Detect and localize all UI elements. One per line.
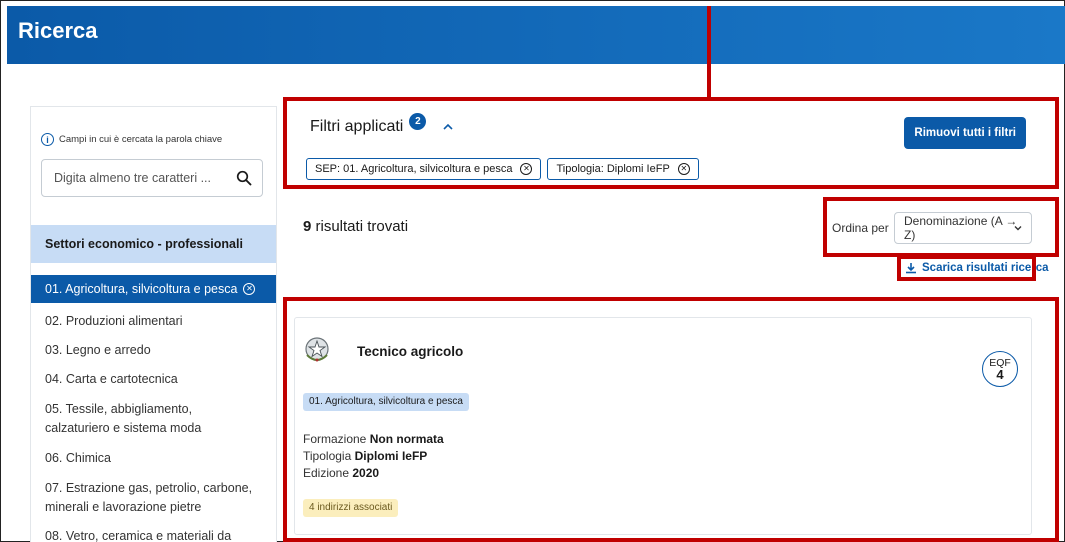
- annotation-box-filters: [283, 97, 1059, 189]
- results-count: 9 risultati trovati: [303, 218, 408, 235]
- remove-filter-icon[interactable]: ✕: [243, 283, 256, 295]
- annotation-line-top: [707, 6, 711, 100]
- sector-item-07[interactable]: 07. Estrazione gas, petrolio, carbone, m…: [31, 473, 276, 523]
- annotation-box-results: [283, 297, 1059, 542]
- sector-list: 01. Agricoltura, silvicoltura e pesca ✕ …: [31, 275, 276, 542]
- search-input[interactable]: [42, 160, 227, 196]
- sidebar: i Campi in cui è cercata la parola chiav…: [30, 106, 277, 542]
- sector-item-02[interactable]: 02. Produzioni alimentari: [31, 307, 276, 336]
- page-header: Ricerca: [7, 6, 1065, 64]
- search-hint: i Campi in cui è cercata la parola chiav…: [41, 133, 222, 146]
- search-hint-text: Campi in cui è cercata la parola chiave: [59, 134, 223, 145]
- search-box: [41, 159, 263, 197]
- sector-item-04[interactable]: 04. Carta e cartotecnica: [31, 365, 276, 394]
- results-count-label: risultati trovati: [311, 218, 409, 235]
- info-icon[interactable]: i: [41, 133, 54, 146]
- sector-item-03[interactable]: 03. Legno e arredo: [31, 336, 276, 365]
- sector-item-05[interactable]: 05. Tessile, abbigliamento, calzaturiero…: [31, 394, 276, 444]
- sector-item-08[interactable]: 08. Vetro, ceramica e materiali da: [31, 523, 276, 542]
- annotation-box-download: [897, 255, 1036, 281]
- sector-item-label: 01. Agricoltura, silvicoltura e pesca: [45, 282, 238, 296]
- sector-item-06[interactable]: 06. Chimica: [31, 444, 276, 473]
- sector-section-title[interactable]: Settori economico - professionali: [31, 225, 276, 263]
- search-icon[interactable]: [236, 170, 252, 186]
- sector-item-01[interactable]: 01. Agricoltura, silvicoltura e pesca ✕: [31, 275, 276, 303]
- page-title: Ricerca: [18, 18, 98, 43]
- annotation-box-sort: [823, 197, 1059, 257]
